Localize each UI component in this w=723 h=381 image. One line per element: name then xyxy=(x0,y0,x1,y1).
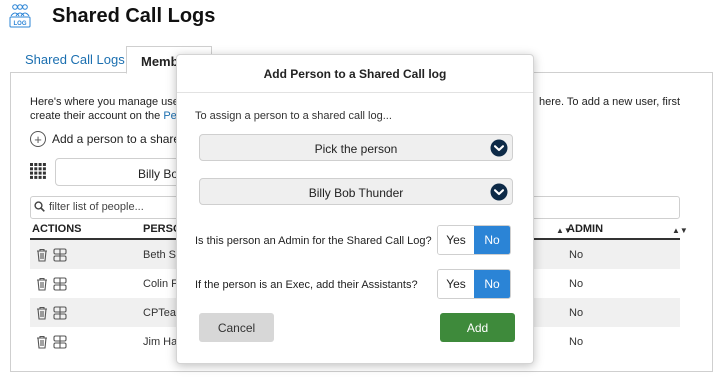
plus-circle-icon: + xyxy=(30,131,46,147)
tab-shared-call-logs[interactable]: Shared Call Logs xyxy=(25,52,125,67)
grid-icon[interactable] xyxy=(30,163,46,179)
page-title: Shared Call Logs xyxy=(52,5,216,27)
cancel-button[interactable]: Cancel xyxy=(199,313,274,342)
description-line2: create their account on the Peop xyxy=(30,110,189,122)
admin-cell: No xyxy=(569,307,584,319)
exec-toggle[interactable]: Yes No xyxy=(437,269,511,299)
admin-yes-option[interactable]: Yes xyxy=(438,226,474,254)
chevron-down-icon[interactable] xyxy=(490,139,508,157)
admin-question: Is this person an Admin for the Shared C… xyxy=(195,235,432,247)
sort-icon[interactable]: ▲▼ xyxy=(672,226,688,235)
admin-toggle[interactable]: Yes No xyxy=(437,225,511,255)
assistants-icon[interactable] xyxy=(53,248,67,262)
description-line1-end: here. To add a new user, first xyxy=(539,96,681,108)
column-admin[interactable]: ADMIN xyxy=(567,223,603,235)
call-log-select[interactable]: Billy Bob xyxy=(55,158,185,186)
description-text: create their account on the xyxy=(30,110,164,122)
add-person-label: Add a person to a shared c xyxy=(52,132,197,146)
admin-cell: No xyxy=(569,249,584,261)
logo-text: LOG xyxy=(14,21,27,27)
assistants-icon[interactable] xyxy=(53,335,67,349)
assistants-icon[interactable] xyxy=(53,277,67,291)
column-actions: ACTIONS xyxy=(32,223,82,235)
person-select[interactable]: Pick the person xyxy=(199,134,513,161)
exec-yes-option[interactable]: Yes xyxy=(438,270,474,298)
admin-cell: No xyxy=(569,336,584,348)
modal-title: Add Person to a Shared Call log xyxy=(177,55,533,93)
admin-no-option[interactable]: No xyxy=(474,226,510,254)
description-line1: Here's where you manage users xyxy=(30,96,189,108)
add-button[interactable]: Add xyxy=(440,313,515,342)
trash-icon[interactable] xyxy=(35,306,49,320)
assistants-icon[interactable] xyxy=(53,306,67,320)
trash-icon[interactable] xyxy=(35,277,49,291)
admin-cell: No xyxy=(569,278,584,290)
search-icon xyxy=(34,201,45,212)
exec-no-option[interactable]: No xyxy=(474,270,510,298)
call-log-select[interactable]: Billy Bob Thunder xyxy=(199,178,513,205)
chevron-down-icon[interactable] xyxy=(490,183,508,201)
add-person-link[interactable]: + Add a person to a shared c xyxy=(30,131,196,147)
exec-question: If the person is an Exec, add their Assi… xyxy=(195,279,418,291)
add-person-modal: Add Person to a Shared Call log To assig… xyxy=(176,54,534,364)
modal-intro: To assign a person to a shared call log.… xyxy=(195,110,392,122)
trash-icon[interactable] xyxy=(35,248,49,262)
trash-icon[interactable] xyxy=(35,335,49,349)
call-log-logo-icon: LOG xyxy=(9,4,31,28)
